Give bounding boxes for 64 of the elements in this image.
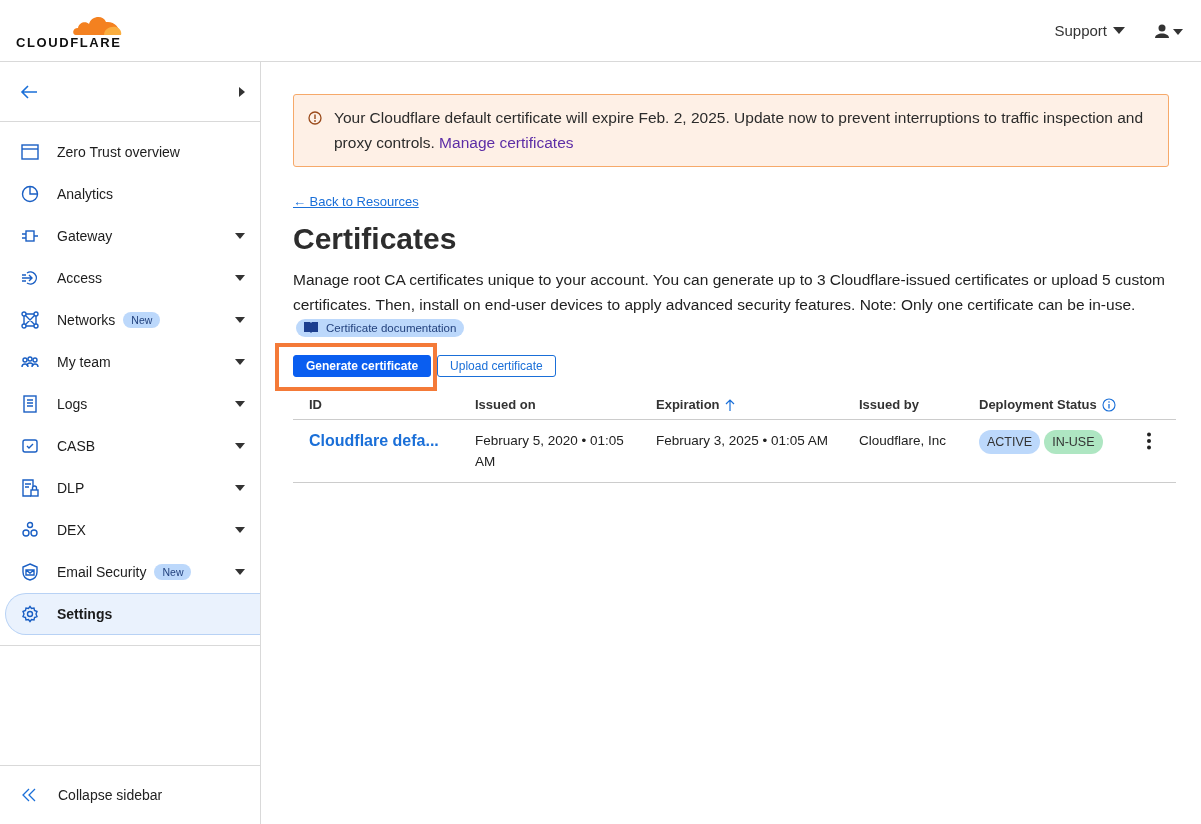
column-header[interactable]: Deployment Status <box>979 397 1146 412</box>
settings-icon <box>21 605 39 623</box>
sidebar-item[interactable]: DLP <box>0 467 260 509</box>
column-header[interactable]: Issued on <box>475 397 656 412</box>
documentation-link[interactable]: Certificate documentation <box>296 318 465 337</box>
action-button[interactable]: Upload certificate <box>437 354 556 377</box>
dropdown-caret-icon <box>235 317 245 323</box>
sidebar-item[interactable]: Analytics <box>0 173 260 215</box>
dropdown-caret-icon <box>235 233 245 239</box>
dex-icon <box>21 521 39 539</box>
new-badge: New <box>123 312 161 328</box>
double-chevron-icon <box>22 788 36 802</box>
column-header[interactable]: Issued by <box>859 397 979 412</box>
gateway-icon <box>21 227 39 245</box>
sidebar-item[interactable]: DEX <box>0 509 260 551</box>
warning-icon <box>308 111 322 125</box>
page-title: Certificates <box>293 222 458 256</box>
list-icon <box>21 395 39 413</box>
support-menu[interactable]: Support <box>1054 22 1125 39</box>
collapse-sidebar-button[interactable]: Collapse sidebar <box>0 765 260 824</box>
network-icon <box>21 311 39 329</box>
dropdown-caret-icon <box>235 401 245 407</box>
document-lock-icon <box>21 479 39 497</box>
casb-icon <box>21 437 39 455</box>
sidebar-item[interactable]: Email Security New <box>0 551 260 593</box>
dropdown-caret-icon <box>1113 27 1125 34</box>
sidebar-item[interactable]: CASB <box>0 425 260 467</box>
certificate-link[interactable]: Cloudflare defa... <box>309 429 475 451</box>
new-badge: New <box>154 564 192 580</box>
user-menu[interactable] <box>1155 23 1185 38</box>
book-icon <box>304 322 318 333</box>
sidebar-item[interactable]: Settings <box>5 593 260 635</box>
alert-message: Your Cloudflare default certificate will expire Feb. 2, 2025. Update now to prevent interruptions to traffic inspection and proxy controls. Manage certificates <box>334 108 1145 153</box>
sidebar-item[interactable]: Access <box>0 257 260 299</box>
manage-certificates-link[interactable]: Manage certificates <box>439 133 574 151</box>
window-icon <box>21 143 39 161</box>
shield-mail-icon <box>21 563 39 581</box>
table-cell-text: Cloudflare, Inc <box>859 431 948 450</box>
description-text: Manage root CA certificates unique to your account. You can generate up to 3 Cloudflare-issued certificates or upload 5 custom certificates. Then, install on end-user devices to apply advanced security features. Note: Only one certificate can be in-use. Certificate documentation <box>293 268 1169 342</box>
back-link[interactable]: ← Back to Resources <box>293 194 419 209</box>
dropdown-caret-icon <box>235 359 245 365</box>
column-header[interactable]: Expiration <box>656 397 859 412</box>
dropdown-caret-icon <box>235 485 245 491</box>
sidebar-item[interactable]: Networks New <box>0 299 260 341</box>
back-arrow-icon[interactable] <box>20 84 38 99</box>
dropdown-caret-icon <box>235 443 245 449</box>
sidebar-item[interactable]: Gateway <box>0 215 260 257</box>
dropdown-caret-icon <box>235 569 245 575</box>
table-cell-text: February 3, 2025 • 01:05 AM <box>656 431 830 450</box>
login-icon <box>21 269 39 287</box>
column-header[interactable]: ID <box>309 397 475 412</box>
action-button[interactable]: Generate certificate <box>293 354 432 377</box>
more-options-icon[interactable] <box>1146 431 1152 450</box>
status-tag: ACTIVE <box>979 429 1041 454</box>
sidebar-item[interactable]: My team <box>0 341 260 383</box>
dropdown-caret-icon <box>235 275 245 281</box>
pie-chart-icon <box>21 185 39 203</box>
table-cell-text: February 5, 2020 • 01:05 AM <box>475 431 625 471</box>
dropdown-caret-icon <box>235 527 245 533</box>
sidebar-item[interactable]: Zero Trust overview <box>0 131 260 173</box>
status-tag: IN-USE <box>1044 429 1103 454</box>
sidebar-item[interactable]: Logs <box>0 383 260 425</box>
logo-text: CLOUDFLARE <box>16 35 122 50</box>
caret-icon[interactable] <box>239 86 245 97</box>
